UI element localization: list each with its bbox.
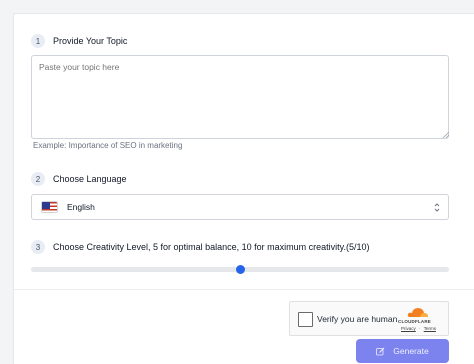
captcha-widget: Verify you are human CLOUDFLARE Privacy … bbox=[289, 301, 449, 336]
step-2-header: 2 Choose Language bbox=[31, 172, 127, 186]
us-flag-icon bbox=[41, 201, 58, 213]
step-number: 2 bbox=[31, 172, 45, 186]
captcha-checkbox[interactable] bbox=[298, 312, 313, 327]
topic-input[interactable] bbox=[31, 55, 449, 139]
topic-example: Example: Importance of SEO in marketing bbox=[33, 141, 183, 150]
terms-link[interactable]: Terms bbox=[424, 326, 436, 331]
step-3-header: 3 Choose Creativity Level, 5 for optimal… bbox=[31, 240, 369, 254]
step-number: 1 bbox=[31, 34, 45, 48]
divider bbox=[14, 289, 474, 290]
privacy-link[interactable]: Privacy bbox=[401, 326, 416, 331]
step-1-header: 1 Provide Your Topic bbox=[31, 34, 127, 48]
chevron-updown-icon bbox=[434, 203, 440, 212]
step-label: Choose Language bbox=[53, 174, 127, 184]
form-card: 1 Provide Your Topic Example: Importance… bbox=[13, 13, 474, 364]
captcha-label: Verify you are human bbox=[317, 314, 398, 324]
generate-label: Generate bbox=[393, 346, 429, 356]
language-value: English bbox=[67, 202, 95, 212]
cloudflare-wordmark: CLOUDFLARE bbox=[398, 319, 431, 324]
cloudflare-logo-icon bbox=[407, 308, 428, 317]
step-number: 3 bbox=[31, 240, 45, 254]
edit-icon bbox=[376, 347, 385, 355]
captcha-links: Privacy · Terms bbox=[401, 326, 436, 331]
language-select[interactable]: English bbox=[31, 194, 449, 220]
link-separator: · bbox=[419, 326, 421, 331]
generate-button[interactable]: Generate bbox=[356, 339, 449, 363]
step-label: Choose Creativity Level, 5 for optimal b… bbox=[53, 242, 370, 252]
creativity-slider-thumb[interactable] bbox=[235, 265, 245, 274]
resize-grip-icon[interactable] bbox=[442, 131, 449, 138]
step-label: Provide Your Topic bbox=[53, 36, 128, 46]
